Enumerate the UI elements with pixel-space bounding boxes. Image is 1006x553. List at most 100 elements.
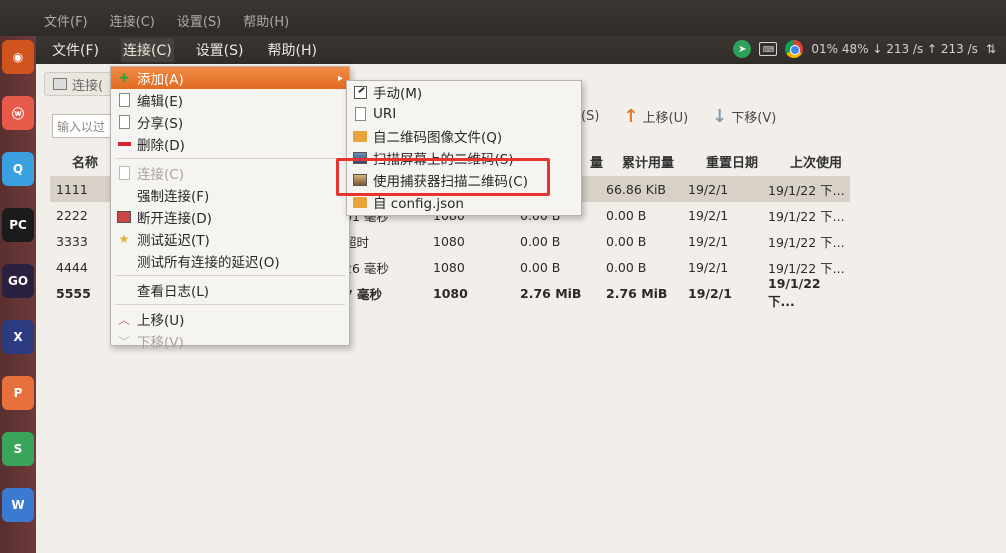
bg-menu-file: 文件(F) bbox=[44, 15, 88, 30]
cell-total: 0.00 B bbox=[606, 207, 647, 223]
menu-disconnect-label: 断开连接(D) bbox=[137, 211, 212, 227]
cell-reset: 19/2/1 bbox=[688, 181, 729, 197]
background-menu: 文件(F) 连接(C) 设置(S) 帮助(H) bbox=[44, 11, 289, 30]
submenu-uri[interactable]: URI bbox=[347, 103, 581, 125]
menu-share-label: 分享(S) bbox=[137, 116, 184, 132]
cell-last: 19/1/22 下... bbox=[768, 276, 821, 309]
window-icon bbox=[53, 78, 67, 90]
sort-icon[interactable]: ⇅ bbox=[986, 42, 996, 56]
move-down-label: 下移(V) bbox=[731, 111, 777, 126]
submenu-manual[interactable]: 手动(M) bbox=[347, 81, 581, 103]
col-total[interactable]: 累计用量 bbox=[622, 152, 674, 171]
toolbar: (S) ↑ 上移(U) ↓ 下移(V) bbox=[581, 106, 776, 127]
plus-icon: ✚ bbox=[118, 71, 130, 85]
menu-edit[interactable]: 编辑(E) bbox=[111, 89, 349, 111]
menu-edit-label: 编辑(E) bbox=[137, 94, 184, 110]
cell-total: 66.86 KiB bbox=[606, 181, 667, 197]
arrow-down-icon: ↓ bbox=[712, 106, 728, 127]
background-menubar: 文件(F) 连接(C) 设置(S) 帮助(H) bbox=[0, 0, 1006, 36]
menu-view-log[interactable]: 查看日志(L) bbox=[111, 279, 349, 301]
pycharm-icon[interactable]: PC bbox=[2, 208, 34, 242]
menu-force-connect[interactable]: 强制连接(F) bbox=[111, 184, 349, 206]
cell-name: 5555 bbox=[56, 285, 91, 301]
menu-settings[interactable]: 设置(S) bbox=[194, 38, 246, 62]
ubuntu-icon[interactable]: ◉ bbox=[2, 40, 34, 74]
cell-latency: 7 毫秒 bbox=[344, 286, 383, 302]
menu-move-up-label: 上移(U) bbox=[137, 313, 185, 329]
toolbar-partial-button[interactable]: (S) bbox=[581, 109, 599, 124]
app-menubar: 文件(F) 连接(C) 设置(S) 帮助(H) ➤ ⌨ 01% 48% ↓ 21… bbox=[36, 36, 1006, 64]
chevron-up-icon: ︿ bbox=[117, 312, 130, 327]
cell-usage: 0.00 B bbox=[520, 259, 561, 275]
menu-test-all-latency[interactable]: 测试所有连接的延迟(O) bbox=[111, 250, 349, 272]
col-name[interactable]: 名称 bbox=[72, 152, 98, 171]
cell-latency: 超时 bbox=[344, 234, 370, 250]
col-usage[interactable]: 量 bbox=[590, 152, 603, 171]
menu-test-latency[interactable]: ★ 测试延迟(T) bbox=[111, 228, 349, 250]
menu-disconnect[interactable]: 断开连接(D) bbox=[111, 206, 349, 228]
qq-icon[interactable]: Q bbox=[2, 152, 34, 186]
move-down-button[interactable]: ↓ 下移(V) bbox=[712, 106, 776, 127]
share-document-icon bbox=[117, 115, 131, 129]
keyboard-icon[interactable]: ⌨ bbox=[759, 42, 778, 56]
cell-reset: 19/2/1 bbox=[688, 285, 732, 301]
window-tab[interactable]: 连接( bbox=[44, 72, 113, 96]
launcher-dock: ◉ ⓦ Q PC GO X P S W bbox=[0, 36, 36, 553]
col-reset[interactable]: 重置日期 bbox=[706, 152, 758, 171]
move-up-button[interactable]: ↑ 上移(U) bbox=[623, 106, 688, 127]
wps-presentation-icon[interactable]: P bbox=[2, 376, 34, 410]
annotation-highlight-box bbox=[336, 158, 550, 196]
goland-icon[interactable]: GO bbox=[2, 264, 34, 298]
cell-reset: 19/2/1 bbox=[688, 207, 729, 223]
col-last[interactable]: 上次使用 bbox=[790, 152, 842, 171]
menu-add-label: 添加(A) bbox=[137, 72, 184, 88]
cell-last: 19/1/22 下... bbox=[768, 260, 845, 276]
cell-name: 4444 bbox=[56, 259, 88, 275]
menu-move-up[interactable]: ︿ 上移(U) bbox=[111, 308, 349, 330]
cell-total: 0.00 B bbox=[606, 259, 647, 275]
menu-delete[interactable]: 删除(D) bbox=[111, 133, 349, 155]
menu-force-connect-label: 强制连接(F) bbox=[137, 189, 210, 205]
cell-usage: 2.76 MiB bbox=[520, 285, 582, 301]
system-indicators: ➤ ⌨ 01% 48% ↓ 213 /s ↑ 213 /s ⇅ bbox=[733, 40, 996, 58]
submenu-arrow-icon: ▸ bbox=[337, 72, 343, 84]
weibo-icon[interactable]: ⓦ bbox=[2, 96, 34, 130]
ide-icon[interactable]: X bbox=[2, 320, 34, 354]
bg-menu-help: 帮助(H) bbox=[243, 15, 290, 30]
edit-icon bbox=[353, 85, 367, 99]
cell-port: 1080 bbox=[433, 285, 468, 301]
menu-separator bbox=[115, 158, 345, 159]
telegram-icon[interactable]: ➤ bbox=[733, 40, 752, 58]
menu-move-down[interactable]: ﹀ 下移(V) bbox=[111, 330, 349, 352]
menu-connection[interactable]: 连接(C) bbox=[120, 38, 174, 62]
cell-reset: 19/2/1 bbox=[688, 233, 729, 249]
menu-move-down-label: 下移(V) bbox=[137, 335, 184, 351]
menu-connect-label: 连接(C) bbox=[137, 167, 184, 183]
cell-latency: 26 毫秒 bbox=[344, 260, 389, 276]
menu-delete-label: 删除(D) bbox=[137, 138, 185, 154]
wps-writer-icon[interactable]: W bbox=[2, 488, 34, 522]
menu-share[interactable]: 分享(S) bbox=[111, 111, 349, 133]
cell-last: 19/1/22 下... bbox=[768, 234, 845, 250]
document-icon bbox=[353, 107, 367, 121]
menu-file[interactable]: 文件(F) bbox=[50, 38, 101, 62]
bg-menu-connection: 连接(C) bbox=[109, 15, 155, 30]
submenu-from-qr-image[interactable]: 自二维码图像文件(Q) bbox=[347, 125, 581, 147]
menu-separator bbox=[115, 275, 345, 276]
chevron-down-icon: ﹀ bbox=[117, 334, 130, 349]
cell-last: 19/1/22 下... bbox=[768, 182, 845, 198]
cell-name: 2222 bbox=[56, 207, 88, 223]
connection-menu: ✚ 添加(A) ▸ 编辑(E) 分享(S) 删除(D) 连接(C) 强制连接(F… bbox=[110, 66, 350, 351]
move-up-label: 上移(U) bbox=[642, 111, 689, 126]
menu-help[interactable]: 帮助(H) bbox=[266, 38, 319, 62]
wps-spreadsheet-icon[interactable]: S bbox=[2, 432, 34, 466]
menu-add[interactable]: ✚ 添加(A) ▸ bbox=[111, 67, 349, 89]
menu-separator bbox=[115, 304, 345, 305]
submenu-uri-label: URI bbox=[373, 106, 397, 122]
cell-usage: 0.00 B bbox=[520, 233, 561, 249]
chrome-icon[interactable] bbox=[785, 40, 804, 58]
menu-test-latency-label: 测试延迟(T) bbox=[137, 233, 210, 249]
cell-total: 2.76 MiB bbox=[606, 285, 668, 301]
delete-icon bbox=[117, 137, 131, 151]
menu-connect[interactable]: 连接(C) bbox=[111, 162, 349, 184]
